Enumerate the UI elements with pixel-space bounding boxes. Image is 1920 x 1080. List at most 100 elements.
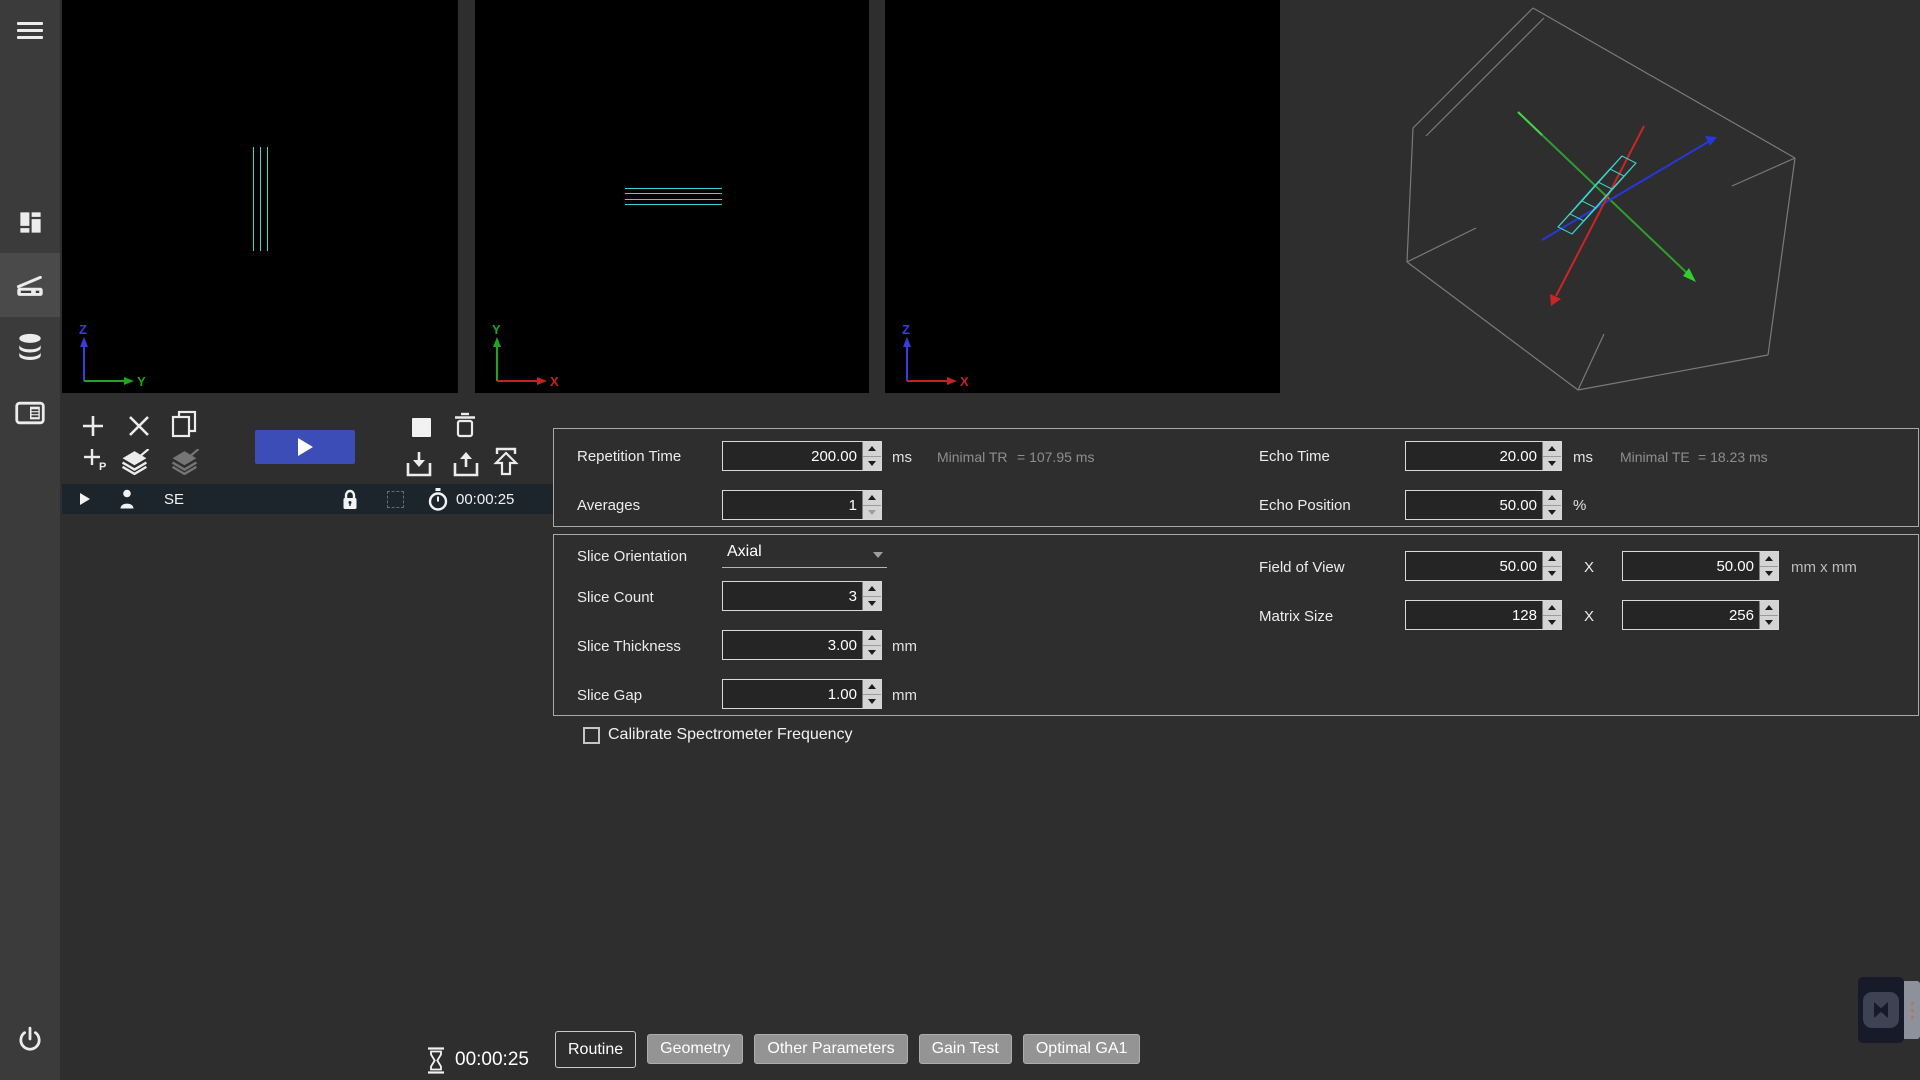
fov-x-input[interactable] bbox=[1406, 552, 1542, 580]
repetition-time-input[interactable] bbox=[723, 442, 862, 470]
tab-geometry[interactable]: Geometry bbox=[647, 1034, 743, 1064]
spin-up-button[interactable] bbox=[1760, 601, 1778, 615]
echo-time-spinner bbox=[1542, 442, 1561, 470]
sidebar-item-news[interactable] bbox=[0, 381, 60, 445]
slice-thickness-spinner bbox=[862, 631, 881, 659]
lock-icon[interactable] bbox=[341, 488, 359, 511]
slice-count-label: Slice Count bbox=[577, 589, 654, 606]
svg-text:X: X bbox=[960, 374, 969, 389]
spin-down-button[interactable] bbox=[863, 596, 881, 611]
viewport-axial[interactable]: Y X bbox=[475, 0, 869, 393]
upload-button[interactable] bbox=[451, 450, 481, 478]
calibrate-frequency-label: Calibrate Spectrometer Frequency bbox=[608, 726, 853, 744]
spin-down-button[interactable] bbox=[1543, 566, 1561, 581]
averages-label: Averages bbox=[577, 497, 640, 514]
slice-line bbox=[625, 188, 722, 189]
upload-all-icon bbox=[489, 446, 523, 477]
sidebar-item-scanner[interactable] bbox=[0, 253, 60, 317]
capture-widget-handle[interactable] bbox=[1904, 981, 1920, 1039]
capture-icon bbox=[1863, 992, 1899, 1028]
copy-icon bbox=[170, 410, 198, 438]
export-layers-button[interactable] bbox=[120, 449, 150, 475]
calibrate-frequency-checkbox[interactable] bbox=[583, 727, 600, 744]
matrix-separator: X bbox=[1584, 608, 1594, 625]
selection-box-icon[interactable] bbox=[387, 491, 404, 508]
sequence-name: SE bbox=[164, 491, 184, 508]
duplicate-sequence-button[interactable] bbox=[170, 410, 198, 438]
spin-up-button[interactable] bbox=[863, 631, 881, 645]
download-icon bbox=[404, 450, 434, 478]
axis-indicator-zx: Z X bbox=[891, 321, 976, 391]
tab-optimal-ga1[interactable]: Optimal GA1 bbox=[1023, 1034, 1141, 1064]
spin-down-button[interactable] bbox=[863, 694, 881, 709]
slice-thickness-field bbox=[722, 630, 882, 660]
spin-down-button[interactable] bbox=[863, 456, 881, 471]
spin-up-button[interactable] bbox=[1543, 491, 1561, 505]
spin-up-button[interactable] bbox=[1543, 442, 1561, 456]
matrix-x-input[interactable] bbox=[1406, 601, 1542, 629]
slice-line bbox=[625, 199, 722, 200]
spin-up-button[interactable] bbox=[863, 680, 881, 694]
menu-button[interactable] bbox=[0, 4, 60, 56]
slice-orientation-value: Axial bbox=[727, 543, 762, 561]
trash-icon bbox=[452, 411, 478, 439]
calibrate-frequency-option[interactable]: Calibrate Spectrometer Frequency bbox=[583, 726, 853, 744]
echo-position-unit: % bbox=[1573, 497, 1586, 514]
spin-down-button[interactable] bbox=[1760, 566, 1778, 581]
add-protocol-button[interactable]: P bbox=[82, 446, 108, 471]
spin-down-button[interactable] bbox=[1543, 456, 1561, 471]
slice-count-input[interactable] bbox=[723, 582, 862, 610]
viewport-sagittal[interactable]: Z X bbox=[885, 0, 1280, 393]
minimal-te-label: Minimal TE bbox=[1620, 449, 1690, 465]
slice-orientation-select[interactable]: Axial bbox=[722, 540, 887, 568]
delete-button[interactable] bbox=[452, 411, 478, 439]
tab-routine[interactable]: Routine bbox=[555, 1031, 636, 1068]
spin-down-button[interactable] bbox=[863, 505, 881, 520]
slice-orientation-label: Slice Orientation bbox=[577, 548, 687, 565]
stop-scan-button[interactable] bbox=[412, 418, 431, 437]
echo-time-input[interactable] bbox=[1406, 442, 1542, 470]
repetition-time-unit: ms bbox=[892, 449, 912, 466]
remove-sequence-button[interactable] bbox=[127, 414, 151, 438]
viewport-coronal[interactable]: Z Y bbox=[62, 0, 458, 393]
spin-up-button[interactable] bbox=[863, 582, 881, 596]
run-scan-button[interactable] bbox=[255, 430, 355, 464]
handle-dot bbox=[1911, 1009, 1914, 1012]
spin-up-button[interactable] bbox=[1543, 552, 1561, 566]
slice-thickness-input[interactable] bbox=[723, 631, 862, 659]
tab-other-parameters[interactable]: Other Parameters bbox=[754, 1034, 907, 1064]
echo-position-input[interactable] bbox=[1406, 491, 1542, 519]
add-sequence-button[interactable] bbox=[81, 414, 105, 438]
download-button[interactable] bbox=[404, 450, 434, 478]
averages-input[interactable] bbox=[723, 491, 862, 519]
sidebar-item-dashboard[interactable] bbox=[0, 190, 60, 254]
spin-up-button[interactable] bbox=[1543, 601, 1561, 615]
sequence-play-icon[interactable] bbox=[80, 493, 90, 505]
matrix-size-label: Matrix Size bbox=[1259, 608, 1333, 625]
scene-3d-view[interactable] bbox=[1280, 0, 1920, 430]
sidebar-item-database[interactable] bbox=[0, 316, 60, 380]
upload-all-button[interactable] bbox=[489, 446, 523, 477]
power-icon bbox=[17, 1026, 43, 1054]
spin-up-button[interactable] bbox=[863, 442, 881, 456]
spin-down-button[interactable] bbox=[1543, 505, 1561, 520]
slice-gap-input[interactable] bbox=[723, 680, 862, 708]
matrix-y-input[interactable] bbox=[1623, 601, 1759, 629]
sequence-row[interactable]: SE 00:00:25 bbox=[62, 484, 553, 514]
fov-y-input[interactable] bbox=[1623, 552, 1759, 580]
spin-down-button[interactable] bbox=[1760, 615, 1778, 630]
spin-up-button[interactable] bbox=[1760, 552, 1778, 566]
subject-icon bbox=[120, 489, 134, 509]
slice-thickness-unit: mm bbox=[892, 638, 917, 655]
hamburger-icon bbox=[17, 18, 43, 43]
spin-down-button[interactable] bbox=[1543, 615, 1561, 630]
spin-down-button[interactable] bbox=[863, 645, 881, 660]
slice-count-field bbox=[722, 581, 882, 611]
echo-time-field bbox=[1405, 441, 1562, 471]
tab-gain-test[interactable]: Gain Test bbox=[919, 1034, 1012, 1064]
export-layers-disabled-button[interactable] bbox=[170, 449, 200, 475]
power-button[interactable] bbox=[0, 1008, 60, 1072]
chevron-down-icon bbox=[873, 552, 883, 558]
capture-widget[interactable] bbox=[1858, 977, 1904, 1043]
spin-up-button[interactable] bbox=[863, 491, 881, 505]
